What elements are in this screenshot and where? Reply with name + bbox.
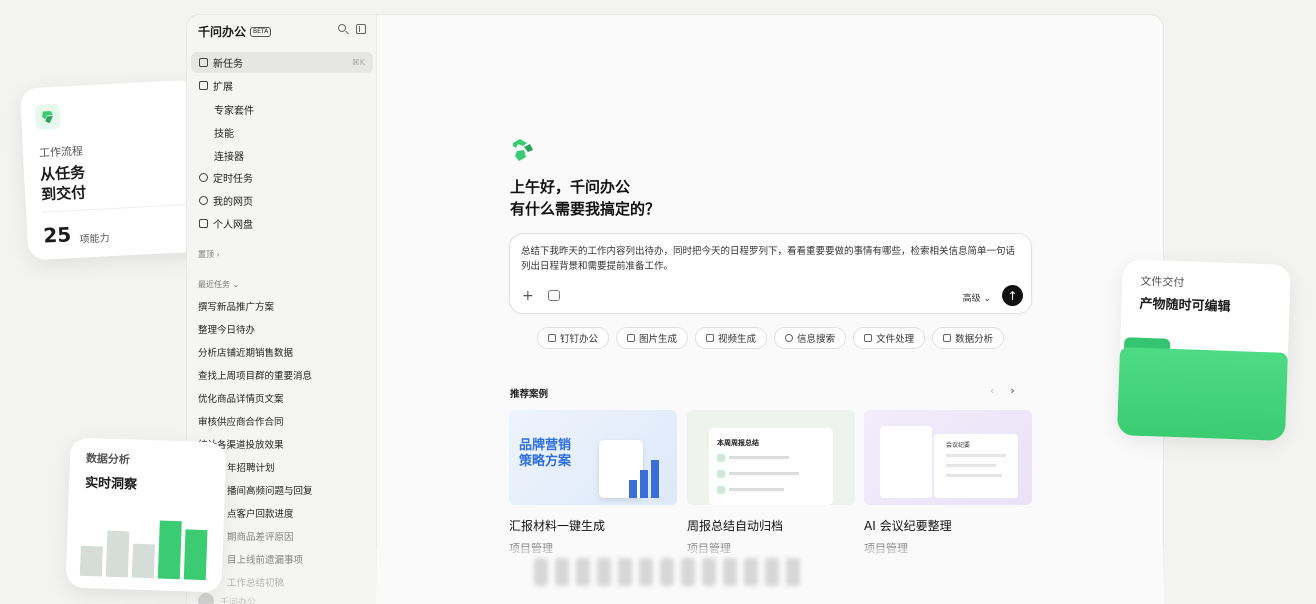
workflow-label: 工作流程 bbox=[38, 144, 84, 160]
folder-body bbox=[1116, 347, 1288, 441]
recent-task[interactable]: 点客户回款进度 bbox=[227, 506, 294, 520]
next-arrow-icon[interactable]: › bbox=[1010, 384, 1014, 397]
globe-icon bbox=[199, 196, 208, 205]
sidebar-item-skills[interactable]: 技能 bbox=[214, 125, 234, 140]
delivery-title: 产物随时可编辑 bbox=[1139, 296, 1231, 315]
recent-section[interactable]: 最近任务 ⌄ bbox=[198, 279, 239, 290]
case-card[interactable]: 本周周报总结 周报总结自动归档 项目管理 bbox=[687, 410, 855, 556]
chip-search[interactable]: 信息搜索 bbox=[774, 327, 847, 349]
search-icon[interactable] bbox=[338, 24, 346, 32]
sidebar-item-extend[interactable]: 扩展 bbox=[191, 75, 373, 96]
recommended-title: 推荐案例 bbox=[510, 389, 549, 400]
recent-task[interactable]: 撰写新品推广方案 bbox=[198, 299, 274, 313]
capability-count: 25 bbox=[42, 222, 72, 248]
delivery-card: 文件交付 产物随时可编辑 bbox=[1116, 259, 1292, 441]
user-name: 千问办公 bbox=[220, 597, 257, 604]
case-card[interactable]: 会议纪要 AI 会议纪要整理 项目管理 bbox=[864, 410, 1032, 556]
case-thumbnail: 品牌营销 策略方案 bbox=[509, 410, 677, 505]
sidebar-toggle-icon[interactable] bbox=[356, 24, 366, 34]
workflow-card: 工作流程 从任务 到交付 25 项能力 bbox=[19, 79, 205, 261]
file-icon bbox=[864, 334, 873, 342]
chip-data[interactable]: 数据分析 bbox=[932, 327, 1005, 349]
beta-badge: BETA bbox=[250, 26, 272, 37]
analytics-label: 数据分析 bbox=[85, 451, 131, 467]
brand: 千问办公 BETA bbox=[198, 23, 272, 40]
case-title: AI 会议纪要整理 bbox=[864, 519, 952, 533]
chip-file[interactable]: 文件处理 bbox=[853, 327, 926, 349]
capability-unit: 项能力 bbox=[79, 233, 110, 246]
recent-task[interactable]: 整理今日待办 bbox=[198, 322, 255, 336]
recent-task[interactable]: 分析店铺近期销售数据 bbox=[198, 345, 293, 359]
sidebar-item-scheduled[interactable]: 定时任务 bbox=[191, 167, 373, 188]
carousel-nav: ‹ › bbox=[990, 384, 1015, 397]
divider bbox=[42, 204, 186, 213]
case-thumbnail: 本周周报总结 bbox=[687, 410, 855, 505]
bar-chart-graphic bbox=[79, 520, 208, 581]
quick-actions: 钉钉办公 图片生成 视频生成 信息搜索 文件处理 数据分析 bbox=[537, 327, 1005, 349]
prev-arrow-icon[interactable]: ‹ bbox=[990, 384, 994, 397]
chip-video[interactable]: 视频生成 bbox=[695, 327, 768, 349]
analytics-card: 数据分析 实时洞察 bbox=[65, 437, 227, 593]
case-thumbnail: 会议纪要 bbox=[864, 410, 1032, 505]
recent-task[interactable]: 工作总结初稿 bbox=[227, 575, 284, 589]
add-attachment-button[interactable]: + bbox=[522, 288, 534, 304]
case-card[interactable]: 品牌营销 策略方案 汇报材料一键生成 项目管理 bbox=[509, 410, 677, 556]
chart-icon bbox=[943, 334, 952, 342]
recent-task[interactable]: 期商品差评原因 bbox=[227, 529, 294, 543]
clock-icon bbox=[199, 173, 208, 182]
laptop-icon bbox=[548, 334, 556, 342]
new-task-button[interactable]: 新任务 ⌘K bbox=[191, 52, 373, 73]
sidebar-item-connectors[interactable]: 连接器 bbox=[214, 148, 244, 163]
app-name: 千问办公 bbox=[198, 25, 247, 39]
sidebar-item-expert-suite[interactable]: 专家套件 bbox=[214, 102, 254, 117]
tools-icon[interactable] bbox=[548, 290, 560, 301]
cloud-drive-icon bbox=[199, 219, 208, 228]
send-button[interactable]: ↑ bbox=[1002, 285, 1023, 306]
sidebar-item-personal-drive[interactable]: 个人网盘 bbox=[191, 213, 373, 234]
qianwen-logo-icon bbox=[510, 137, 536, 163]
case-title: 周报总结自动归档 bbox=[687, 519, 784, 533]
avatar bbox=[198, 593, 214, 604]
recent-task[interactable]: 年招聘计划 bbox=[227, 460, 275, 474]
prompt-input[interactable]: 总结下我昨天的工作内容列出待办，同时把今天的日程罗列下，看看重要要做的事情有哪些… bbox=[509, 233, 1032, 314]
video-icon bbox=[706, 334, 715, 342]
delivery-label: 文件交付 bbox=[1140, 274, 1185, 290]
prompt-text[interactable]: 总结下我昨天的工作内容列出待办，同时把今天的日程罗列下，看看重要要做的事情有哪些… bbox=[521, 244, 1023, 274]
sidebar-item-my-pages[interactable]: 我的网页 bbox=[191, 190, 373, 211]
recent-task[interactable]: 播间高频问题与回复 bbox=[227, 483, 313, 497]
qianwen-logo-icon bbox=[34, 103, 61, 130]
case-title: 汇报材料一键生成 bbox=[509, 519, 606, 533]
shortcut-hint: ⌘K bbox=[351, 58, 365, 67]
chip-dingtalk[interactable]: 钉钉办公 bbox=[537, 327, 610, 349]
edit-icon bbox=[199, 58, 208, 67]
recent-task[interactable]: 查找上周项目群的重要消息 bbox=[198, 368, 312, 382]
user-profile[interactable]: 千问办公 bbox=[198, 593, 256, 604]
pinned-section[interactable]: 置顶 › bbox=[198, 249, 220, 260]
recent-task[interactable]: 目上线前遗漏事项 bbox=[227, 552, 303, 566]
image-icon bbox=[627, 334, 636, 342]
advanced-mode-select[interactable]: 高级 ⌄ bbox=[963, 291, 991, 304]
recent-task[interactable]: 审核供应商合作合同 bbox=[198, 414, 284, 428]
watermark bbox=[534, 558, 800, 586]
grid-icon bbox=[199, 81, 208, 90]
analytics-title: 实时洞察 bbox=[84, 475, 138, 493]
greeting: 上午好，千问办公 有什么需要我搞定的？ bbox=[510, 178, 661, 218]
recent-task[interactable]: 优化商品详情页文案 bbox=[198, 391, 284, 405]
chip-image[interactable]: 图片生成 bbox=[616, 327, 689, 349]
search-icon bbox=[785, 334, 794, 342]
workflow-title: 从任务 到交付 bbox=[39, 163, 87, 204]
